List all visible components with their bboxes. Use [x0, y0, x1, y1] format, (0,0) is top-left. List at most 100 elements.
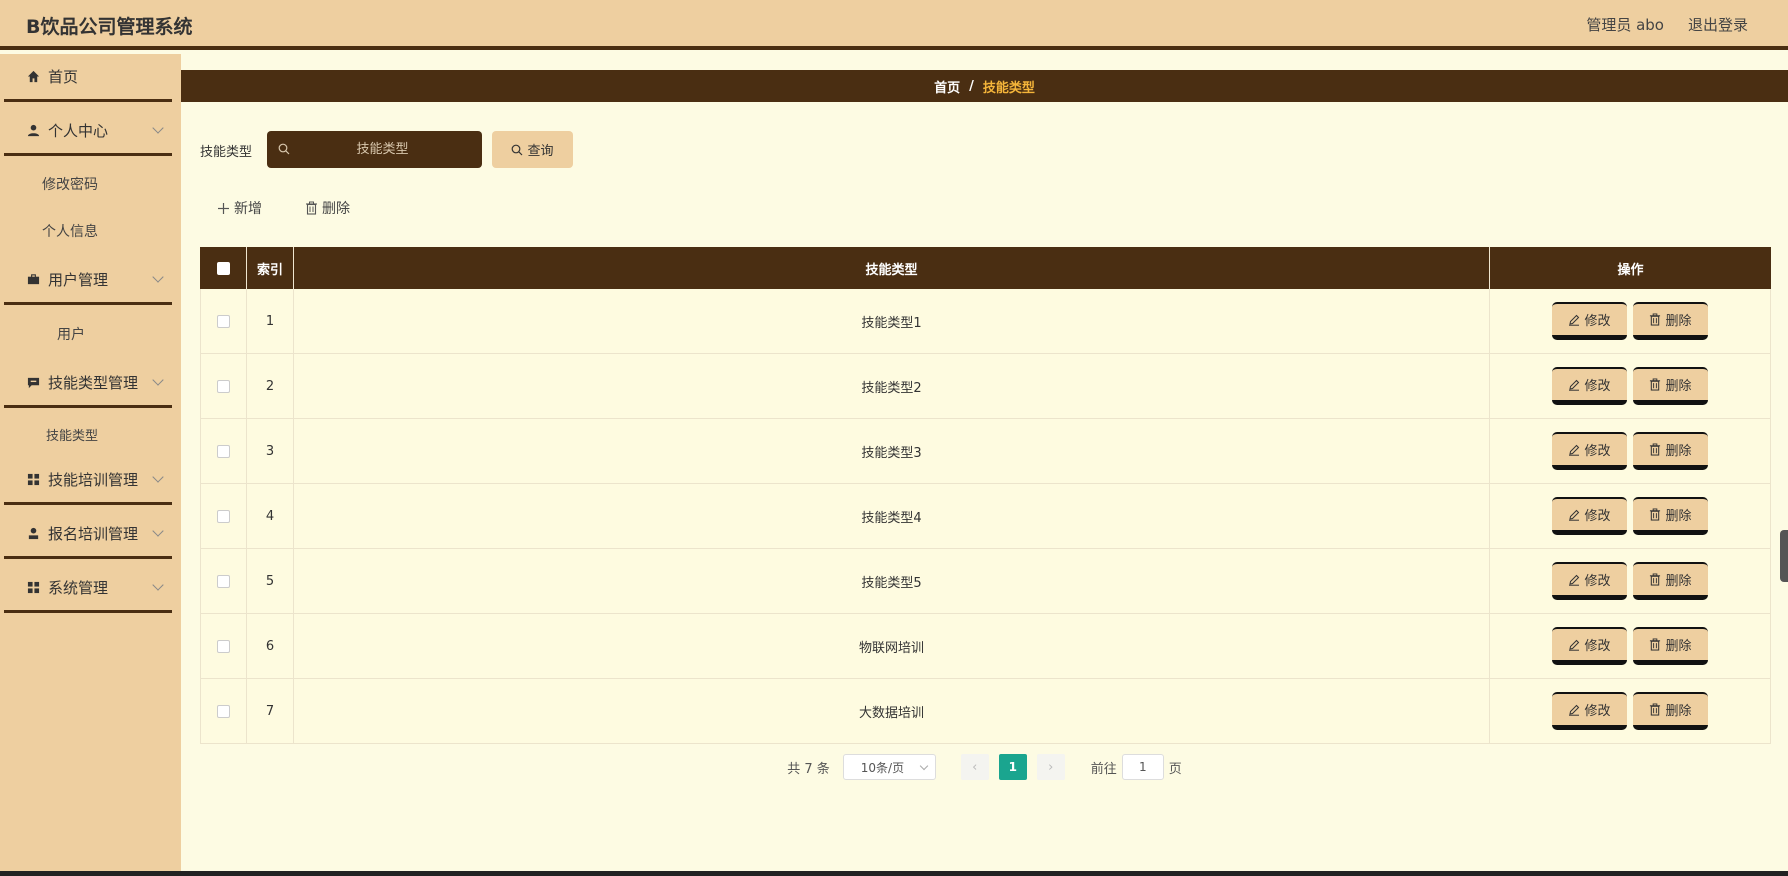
row-actions: 修改 删除: [1490, 484, 1771, 548]
row-skill-type: 大数据培训: [294, 679, 1490, 743]
row-skill-type: 技能类型4: [294, 484, 1490, 548]
pagination-total: 共 7 条: [787, 761, 830, 777]
edit-button-label: 修改: [1584, 314, 1611, 329]
table-row: 4 技能类型4 修改 删除: [200, 484, 1771, 549]
chevron-down-icon: [152, 525, 164, 537]
edit-button[interactable]: 修改: [1552, 562, 1627, 600]
sidebar-item-label: 报名培训管理: [48, 525, 139, 543]
sidebar-item-personal-info[interactable]: 个人信息: [42, 221, 98, 241]
sidebar-item-home[interactable]: 首页: [4, 54, 172, 102]
page-size-value: 10条/页: [860, 760, 905, 775]
chevron-down-icon: [152, 471, 164, 483]
briefcase-icon: [26, 273, 40, 287]
breadcrumb-current: 技能类型: [982, 80, 1035, 96]
select-all-checkbox[interactable]: [216, 261, 230, 275]
search-icon: [278, 143, 290, 155]
sidebar-item-skill-type-management[interactable]: 技能类型管理: [4, 360, 172, 408]
trash-icon: [1650, 378, 1661, 391]
pagination: 共 7 条 10条/页 ‹ 1 › 前往 页: [0, 754, 1788, 780]
row-actions: 修改 删除: [1490, 679, 1771, 743]
sidebar-item-skill-type[interactable]: 技能类型: [46, 425, 98, 444]
home-icon: [26, 70, 40, 84]
delete-button[interactable]: 删除: [1633, 367, 1708, 405]
goto-label: 前往: [1090, 761, 1117, 777]
delete-button[interactable]: 删除: [1633, 627, 1708, 665]
row-select-cell: [200, 354, 247, 418]
person-icon: [26, 527, 40, 541]
app-title: B饮品公司管理系统: [26, 16, 193, 38]
column-header-actions: 操作: [1617, 262, 1644, 278]
add-button-label: 新增: [234, 201, 262, 217]
query-button[interactable]: 查询: [492, 131, 573, 168]
edit-button-label: 修改: [1584, 574, 1611, 589]
edit-button[interactable]: 修改: [1552, 302, 1627, 340]
sidebar-item-personal-center[interactable]: 个人中心: [4, 108, 172, 156]
page-suffix: 页: [1168, 761, 1182, 777]
sidebar-item-system-management[interactable]: 系统管理: [4, 565, 172, 613]
row-checkbox[interactable]: [217, 379, 230, 393]
sidebar-item-change-password[interactable]: 修改密码: [42, 174, 98, 194]
edit-button[interactable]: 修改: [1552, 367, 1627, 405]
search-input[interactable]: [267, 131, 482, 168]
edit-button[interactable]: 修改: [1552, 432, 1627, 470]
row-checkbox[interactable]: [217, 639, 230, 653]
breadcrumb-separator: /: [969, 78, 974, 94]
delete-button-label: 删除: [1665, 704, 1692, 719]
trash-icon: [1650, 703, 1661, 716]
trash-icon: [1650, 443, 1661, 456]
row-select-cell: [200, 549, 247, 613]
breadcrumb-home[interactable]: 首页: [934, 77, 960, 96]
row-checkbox[interactable]: [217, 314, 230, 328]
delete-button[interactable]: 删除: [1633, 432, 1708, 470]
plus-icon: [218, 202, 229, 214]
sidebar-item-skill-training-management[interactable]: 技能培训管理: [4, 457, 172, 505]
column-header-index: 索引: [247, 247, 294, 289]
sidebar-item-user-management[interactable]: 用户管理: [4, 257, 172, 305]
trash-icon: [1650, 313, 1661, 326]
page-number-current[interactable]: 1: [998, 754, 1027, 780]
delete-button[interactable]: 删除: [1633, 562, 1708, 600]
row-actions: 修改 删除: [1490, 289, 1771, 353]
edit-icon: [1569, 704, 1580, 716]
sidebar-item-registration-training-management[interactable]: 报名培训管理: [4, 511, 172, 559]
page-size-select[interactable]: 10条/页: [842, 754, 936, 780]
row-index: 6: [247, 614, 294, 678]
row-skill-type: 技能类型5: [294, 549, 1490, 613]
delete-button-label: 删除: [1665, 444, 1692, 459]
edit-button[interactable]: 修改: [1552, 627, 1627, 665]
edit-button[interactable]: 修改: [1552, 497, 1627, 535]
trash-icon: [1650, 573, 1661, 586]
delete-button-label: 删除: [1665, 574, 1692, 589]
goto-page-input[interactable]: [1121, 754, 1164, 780]
delete-button[interactable]: 删除: [1633, 302, 1708, 340]
next-page-button[interactable]: ›: [1036, 754, 1065, 780]
message-icon: [26, 376, 40, 390]
edit-icon: [1569, 379, 1580, 391]
side-scroll-handle[interactable]: [1780, 530, 1788, 582]
row-checkbox[interactable]: [217, 574, 230, 588]
delete-button[interactable]: 删除: [1633, 497, 1708, 535]
chevron-down-icon: [152, 579, 164, 591]
user-icon: [26, 124, 40, 138]
batch-delete-button[interactable]: 删除: [305, 198, 350, 218]
table-header: 索引 技能类型 操作: [200, 247, 1771, 289]
window-bottom-edge: [0, 871, 1788, 876]
edit-button-label: 修改: [1584, 704, 1611, 719]
table-row: 2 技能类型2 修改 删除: [200, 354, 1771, 419]
prev-page-button[interactable]: ‹: [960, 754, 989, 780]
sidebar-item-label: 技能类型管理: [48, 374, 139, 392]
row-checkbox[interactable]: [217, 704, 230, 718]
data-table: 索引 技能类型 操作 1 技能类型1 修改 删除 2 技能类型2 修改 删除 3 技能类型3 修改删…: [200, 247, 1771, 744]
chevron-down-icon: [152, 122, 164, 134]
add-button[interactable]: 新增: [217, 198, 262, 218]
row-checkbox[interactable]: [217, 444, 230, 458]
delete-button-label: 删除: [1665, 379, 1692, 394]
current-user-label: 管理员 abo: [1586, 16, 1664, 34]
chevron-down-icon: [152, 271, 164, 283]
row-checkbox[interactable]: [217, 509, 230, 523]
trash-icon: [306, 201, 317, 215]
edit-button[interactable]: 修改: [1552, 692, 1627, 730]
delete-button[interactable]: 删除: [1633, 692, 1708, 730]
sidebar-item-users[interactable]: 用户: [57, 324, 85, 344]
logout-link[interactable]: 退出登录: [1688, 14, 1748, 35]
